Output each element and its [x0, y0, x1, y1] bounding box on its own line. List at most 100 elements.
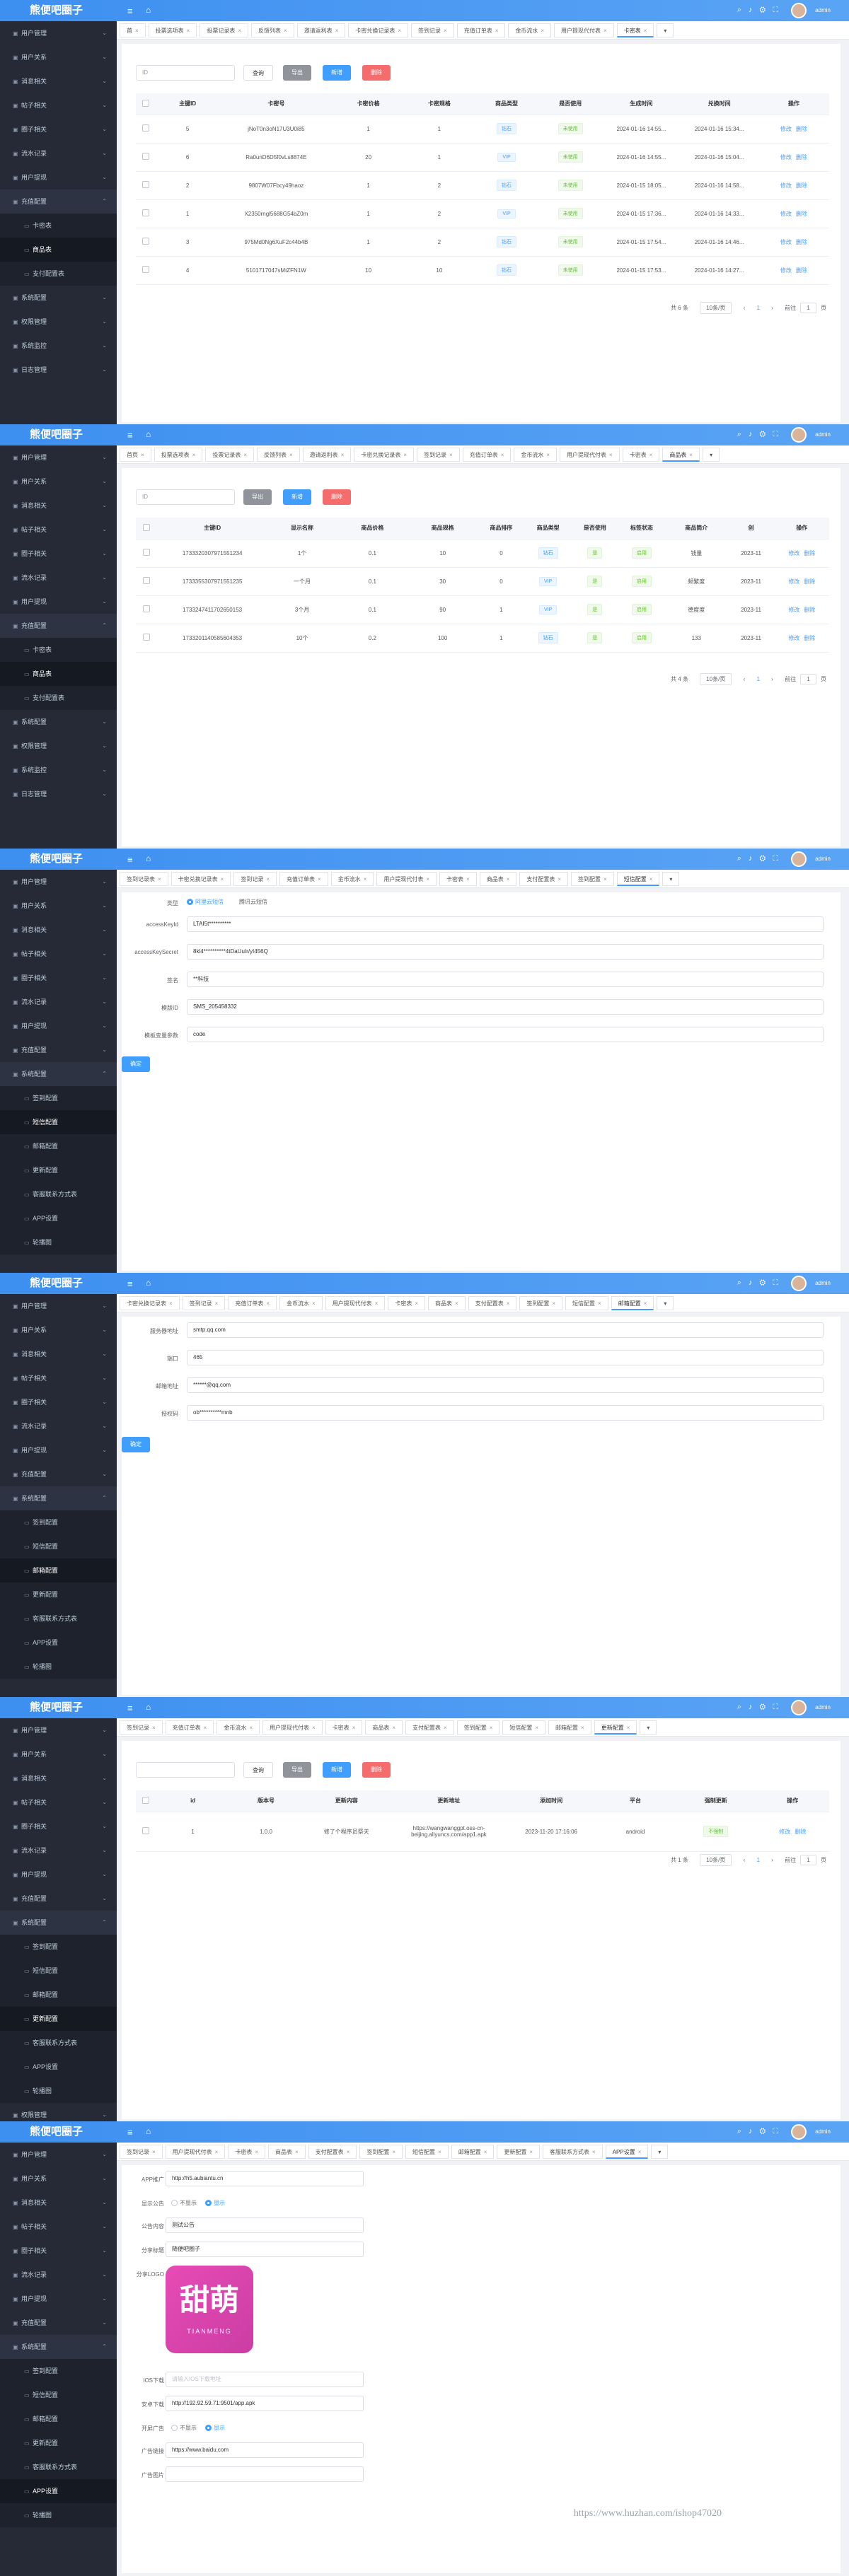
close-icon[interactable]: × — [644, 1300, 647, 1307]
sidebar-item[interactable]: ▣ 充值配置 ⌃ — [0, 614, 117, 638]
tab[interactable]: 更新配置 × — [497, 2145, 541, 2159]
tab[interactable]: 商品表 × — [268, 2145, 306, 2159]
tab[interactable]: 邀请返利表 × — [302, 448, 352, 462]
tab[interactable]: 卡密表 × — [616, 23, 654, 37]
sidebar-item[interactable]: ▣ 日志管理 ⌄ — [0, 782, 117, 806]
sidebar-item[interactable]: ▭ 签到配置 — [0, 1086, 117, 1110]
row-checkbox[interactable] — [142, 181, 150, 188]
prev-page-icon[interactable]: ‹ — [744, 676, 746, 682]
sidebar-item[interactable]: ▣ 帖子相关 ⌄ — [0, 1366, 117, 1390]
fullscreen-icon[interactable]: ⛶ — [773, 430, 785, 438]
close-icon[interactable]: × — [335, 28, 339, 34]
close-icon[interactable]: × — [312, 1725, 316, 1731]
submit-button[interactable]: 确定 — [122, 1437, 150, 1452]
edit-link[interactable]: 修改 — [788, 578, 799, 585]
home-icon[interactable]: ⌂ — [146, 853, 151, 863]
sidebar-item[interactable]: ▣ 流水记录 ⌄ — [0, 2263, 117, 2287]
tab[interactable]: 邮箱配置 × — [548, 1720, 591, 1735]
sidebar-item[interactable]: ▣ 充值配置 ⌄ — [0, 1887, 117, 1911]
tab[interactable]: 用户提现代付表 × — [554, 23, 614, 37]
sidebar-item[interactable]: ▣ 系统监控 ⌄ — [0, 758, 117, 782]
close-icon[interactable]: × — [507, 876, 510, 882]
tab[interactable]: 投票记录表 × — [200, 23, 249, 37]
toolbar-button[interactable]: 新增 — [323, 65, 351, 81]
toolbar-icons[interactable]: ⌕♪⚙⛶ — [737, 2127, 785, 2136]
radio-hide[interactable] — [171, 2425, 178, 2432]
submit-button[interactable]: 确定 — [122, 1056, 150, 1072]
tab[interactable]: 商品表 × — [365, 1720, 403, 1735]
goto-input[interactable]: 1 — [800, 674, 816, 684]
more-tabs-icon[interactable]: ▾ — [703, 448, 720, 462]
sidebar-item[interactable]: ▭ 短信配置 — [0, 1959, 117, 1983]
sidebar-item[interactable]: ▭ 支付配置表 — [0, 262, 117, 286]
close-icon[interactable]: × — [444, 28, 447, 34]
goto-input[interactable]: 1 — [800, 303, 816, 313]
fullscreen-icon[interactable]: ⛶ — [773, 1278, 785, 1287]
tab[interactable]: 充值订单表 × — [165, 1720, 214, 1735]
sidebar-item[interactable]: ▣ 用户管理 ⌄ — [0, 2143, 117, 2167]
tab[interactable]: 金币流水 × — [514, 448, 558, 462]
sidebar-item[interactable]: ▣ 系统配置 ⌃ — [0, 1911, 117, 1935]
close-icon[interactable]: × — [426, 876, 429, 882]
page-number[interactable]: 1 — [756, 1857, 759, 1863]
delete-link[interactable]: 删除 — [796, 126, 807, 132]
delete-link[interactable]: 删除 — [796, 154, 807, 161]
toolbar-button[interactable]: 查询 — [243, 65, 273, 81]
toolbar-button[interactable]: 新增 — [323, 1762, 351, 1778]
close-icon[interactable]: × — [649, 452, 653, 458]
tab[interactable]: 卡密表 × — [622, 448, 660, 462]
sidebar-item[interactable]: ▣ 用户关系 ⌄ — [0, 470, 117, 494]
tab[interactable]: 投票选项表 × — [148, 23, 197, 37]
close-icon[interactable]: × — [215, 2149, 219, 2155]
column-header[interactable] — [136, 518, 158, 540]
search-icon[interactable]: ⌕ — [737, 854, 749, 863]
gear-icon[interactable]: ⚙ — [759, 1278, 773, 1287]
sidebar-item[interactable]: ▣ 流水记录 ⌄ — [0, 1414, 117, 1438]
close-icon[interactable]: × — [158, 876, 161, 882]
edit-link[interactable]: 修改 — [780, 126, 792, 132]
tab[interactable]: 金币流水 × — [330, 872, 374, 886]
close-icon[interactable]: × — [535, 1725, 538, 1731]
prev-page-icon[interactable]: ‹ — [744, 1857, 746, 1863]
sidebar-item[interactable]: ▣ 用户关系 ⌄ — [0, 894, 117, 918]
toolbar-button[interactable]: 删除 — [362, 65, 391, 81]
close-icon[interactable]: × — [187, 28, 190, 34]
sidebar-item[interactable]: ▭ 更新配置 — [0, 1158, 117, 1182]
radio-show[interactable] — [205, 2425, 212, 2432]
fullscreen-icon[interactable]: ⛶ — [773, 854, 785, 863]
sidebar-item[interactable]: ▣ 消息相关 ⌄ — [0, 1766, 117, 1790]
tab[interactable]: 卡密表 × — [388, 1296, 426, 1310]
search-input[interactable] — [136, 1762, 235, 1778]
sidebar-item[interactable]: ▭ 更新配置 — [0, 2007, 117, 2031]
menu-toggle-icon[interactable]: ≡ — [127, 2127, 133, 2138]
fullscreen-icon[interactable]: ⛶ — [773, 1703, 785, 1711]
next-page-icon[interactable]: › — [771, 1857, 773, 1863]
sidebar-item[interactable]: ▭ 客服联系方式表 — [0, 2455, 117, 2479]
close-icon[interactable]: × — [295, 2149, 299, 2155]
close-icon[interactable]: × — [507, 1300, 510, 1307]
sidebar-item[interactable]: ▣ 权限管理 ⌄ — [0, 734, 117, 758]
tab[interactable]: 签到配置 × — [359, 2145, 403, 2159]
sidebar-item[interactable]: ▣ 充值配置 ⌃ — [0, 190, 117, 214]
close-icon[interactable]: × — [466, 876, 470, 882]
close-icon[interactable]: × — [312, 1300, 316, 1307]
sidebar-item[interactable]: ▣ 消息相关 ⌄ — [0, 69, 117, 93]
home-icon[interactable]: ⌂ — [146, 1278, 151, 1288]
close-icon[interactable]: × — [238, 28, 241, 34]
tab[interactable]: 金币流水 × — [279, 1296, 323, 1310]
more-tabs-icon[interactable]: ▾ — [662, 872, 680, 886]
bell-icon[interactable]: ♪ — [749, 1278, 760, 1287]
pagination[interactable]: 共 4 条 10条/页 ‹ 1 › 前往 1 页 — [661, 673, 826, 685]
sidebar-item[interactable]: ▣ 流水记录 ⌄ — [0, 566, 117, 590]
tab[interactable]: 充值订单表 × — [456, 23, 506, 37]
menu-toggle-icon[interactable]: ≡ — [127, 1703, 133, 1713]
column-header[interactable] — [136, 93, 156, 115]
config-input[interactable]: http://192.92.59.71:9501/app.apk — [166, 2396, 364, 2411]
gear-icon[interactable]: ⚙ — [759, 430, 773, 438]
bell-icon[interactable]: ♪ — [749, 430, 760, 438]
select-all-checkbox[interactable] — [142, 1796, 150, 1804]
delete-link[interactable]: 删除 — [796, 239, 807, 245]
tab[interactable]: 投票选项表 × — [154, 448, 203, 462]
close-icon[interactable]: × — [529, 2149, 533, 2155]
close-icon[interactable]: × — [644, 28, 647, 34]
